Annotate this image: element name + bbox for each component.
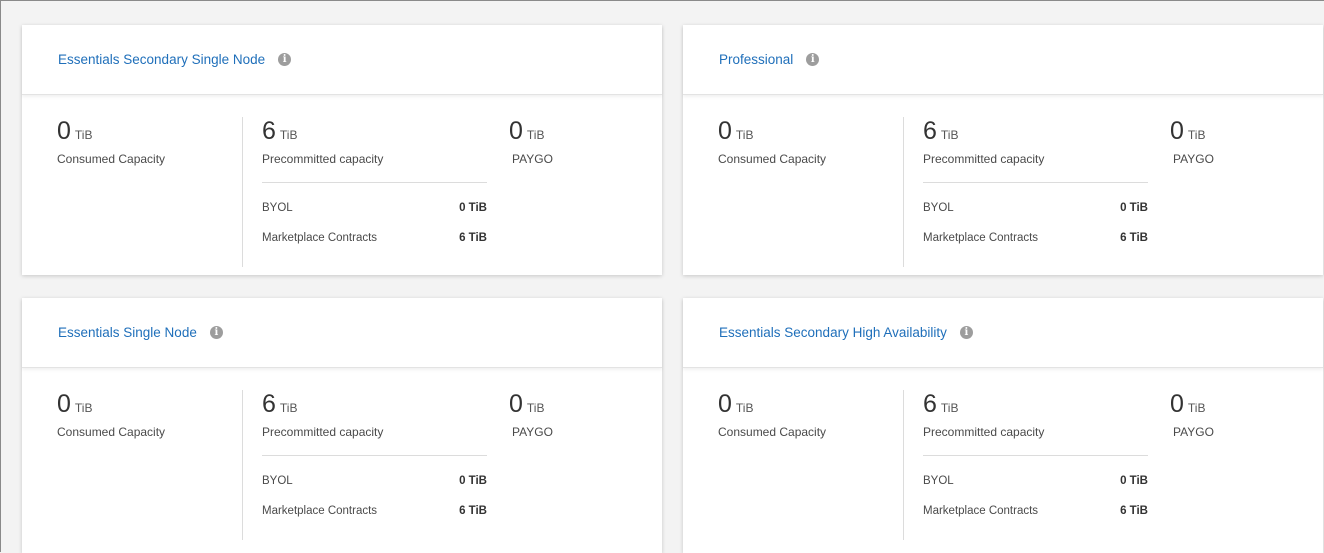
consumed-capacity-value: 0 TiB: [718, 119, 753, 144]
marketplace-contracts-label: Marketplace Contracts: [262, 505, 378, 517]
paygo-label: PAYGO: [1173, 425, 1214, 439]
column-divider: [903, 390, 904, 540]
value-number: 0: [509, 117, 523, 145]
value-unit: TiB: [74, 401, 93, 415]
consumed-capacity-label: Consumed Capacity: [57, 152, 166, 166]
value-unit: TiB: [735, 128, 754, 142]
marketplace-contracts-label: Marketplace Contracts: [923, 232, 1039, 244]
precommitted-divider: [262, 182, 487, 183]
value-number: 0: [718, 117, 732, 145]
info-icon[interactable]: i: [959, 326, 973, 339]
value-number: 0: [718, 390, 732, 418]
license-card: Essentials Secondary High Availability i…: [683, 298, 1323, 553]
value-unit: TiB: [940, 128, 959, 142]
value-number: 6: [262, 390, 276, 418]
value-unit: TiB: [526, 128, 545, 142]
byol-label: BYOL: [262, 202, 293, 214]
marketplace-contracts-value: 6 TiB: [459, 232, 487, 244]
precommitted-capacity-value: 6 TiB: [262, 119, 297, 144]
marketplace-contracts-value: 6 TiB: [459, 505, 487, 517]
byol-value: 0 TiB: [459, 475, 487, 487]
marketplace-contracts-label: Marketplace Contracts: [923, 505, 1039, 517]
card-header: Essentials Single Node i: [22, 298, 662, 368]
value-unit: TiB: [735, 401, 754, 415]
consumed-capacity-label: Consumed Capacity: [57, 425, 166, 439]
value-number: 0: [1170, 390, 1184, 418]
consumed-capacity-value: 0 TiB: [718, 392, 753, 417]
value-unit: TiB: [1187, 401, 1206, 415]
value-unit: TiB: [279, 128, 298, 142]
paygo-value: 0 TiB: [1170, 119, 1205, 144]
byol-value: 0 TiB: [1120, 475, 1148, 487]
marketplace-contracts-value: 6 TiB: [1120, 232, 1148, 244]
license-card: Essentials Single Node i 0 TiB Consumed C…: [22, 298, 662, 553]
info-icon[interactable]: i: [278, 53, 292, 66]
precommitted-capacity-value: 6 TiB: [923, 392, 958, 417]
value-number: 0: [57, 390, 71, 418]
byol-value: 0 TiB: [1120, 202, 1148, 214]
card-title[interactable]: Professional: [719, 52, 793, 67]
consumed-capacity-label: Consumed Capacity: [718, 152, 827, 166]
byol-value: 0 TiB: [459, 202, 487, 214]
card-title[interactable]: Essentials Secondary High Availability: [719, 325, 947, 340]
paygo-value: 0 TiB: [1170, 392, 1205, 417]
value-number: 6: [923, 390, 937, 418]
value-unit: TiB: [940, 401, 959, 415]
card-title[interactable]: Essentials Secondary Single Node: [58, 52, 265, 67]
value-unit: TiB: [526, 401, 545, 415]
card-header: Essentials Secondary High Availability i: [683, 298, 1323, 368]
license-card: Essentials Secondary Single Node i 0 TiB …: [22, 25, 662, 275]
precommitted-divider: [923, 182, 1148, 183]
precommitted-capacity-label: Precommitted capacity: [923, 425, 1045, 439]
column-divider: [903, 117, 904, 267]
byol-label: BYOL: [262, 475, 293, 487]
consumed-capacity-value: 0 TiB: [57, 392, 92, 417]
value-number: 0: [57, 117, 71, 145]
column-divider: [242, 390, 243, 540]
info-icon[interactable]: i: [209, 326, 223, 339]
precommitted-capacity-value: 6 TiB: [923, 119, 958, 144]
value-number: 0: [509, 390, 523, 418]
paygo-value: 0 TiB: [509, 119, 544, 144]
value-number: 6: [923, 117, 937, 145]
precommitted-capacity-label: Precommitted capacity: [923, 152, 1045, 166]
value-number: 6: [262, 117, 276, 145]
precommitted-capacity-label: Precommitted capacity: [262, 152, 384, 166]
value-unit: TiB: [279, 401, 298, 415]
precommitted-divider: [262, 455, 487, 456]
column-divider: [242, 117, 243, 267]
paygo-label: PAYGO: [512, 152, 553, 166]
paygo-label: PAYGO: [1173, 152, 1214, 166]
consumed-capacity-value: 0 TiB: [57, 119, 92, 144]
card-title[interactable]: Essentials Single Node: [58, 325, 197, 340]
info-icon[interactable]: i: [806, 53, 820, 66]
card-header: Essentials Secondary Single Node i: [22, 25, 662, 95]
precommitted-capacity-value: 6 TiB: [262, 392, 297, 417]
paygo-label: PAYGO: [512, 425, 553, 439]
license-card: Professional i 0 TiB Consumed Capacity 6T…: [683, 25, 1323, 275]
consumed-capacity-label: Consumed Capacity: [718, 425, 827, 439]
byol-label: BYOL: [923, 202, 954, 214]
marketplace-contracts-value: 6 TiB: [1120, 505, 1148, 517]
value-unit: TiB: [1187, 128, 1206, 142]
card-header: Professional i: [683, 25, 1323, 95]
value-unit: TiB: [74, 128, 93, 142]
value-number: 0: [1170, 117, 1184, 145]
marketplace-contracts-label: Marketplace Contracts: [262, 232, 378, 244]
precommitted-divider: [923, 455, 1148, 456]
byol-label: BYOL: [923, 475, 954, 487]
paygo-value: 0 TiB: [509, 392, 544, 417]
precommitted-capacity-label: Precommitted capacity: [262, 425, 384, 439]
